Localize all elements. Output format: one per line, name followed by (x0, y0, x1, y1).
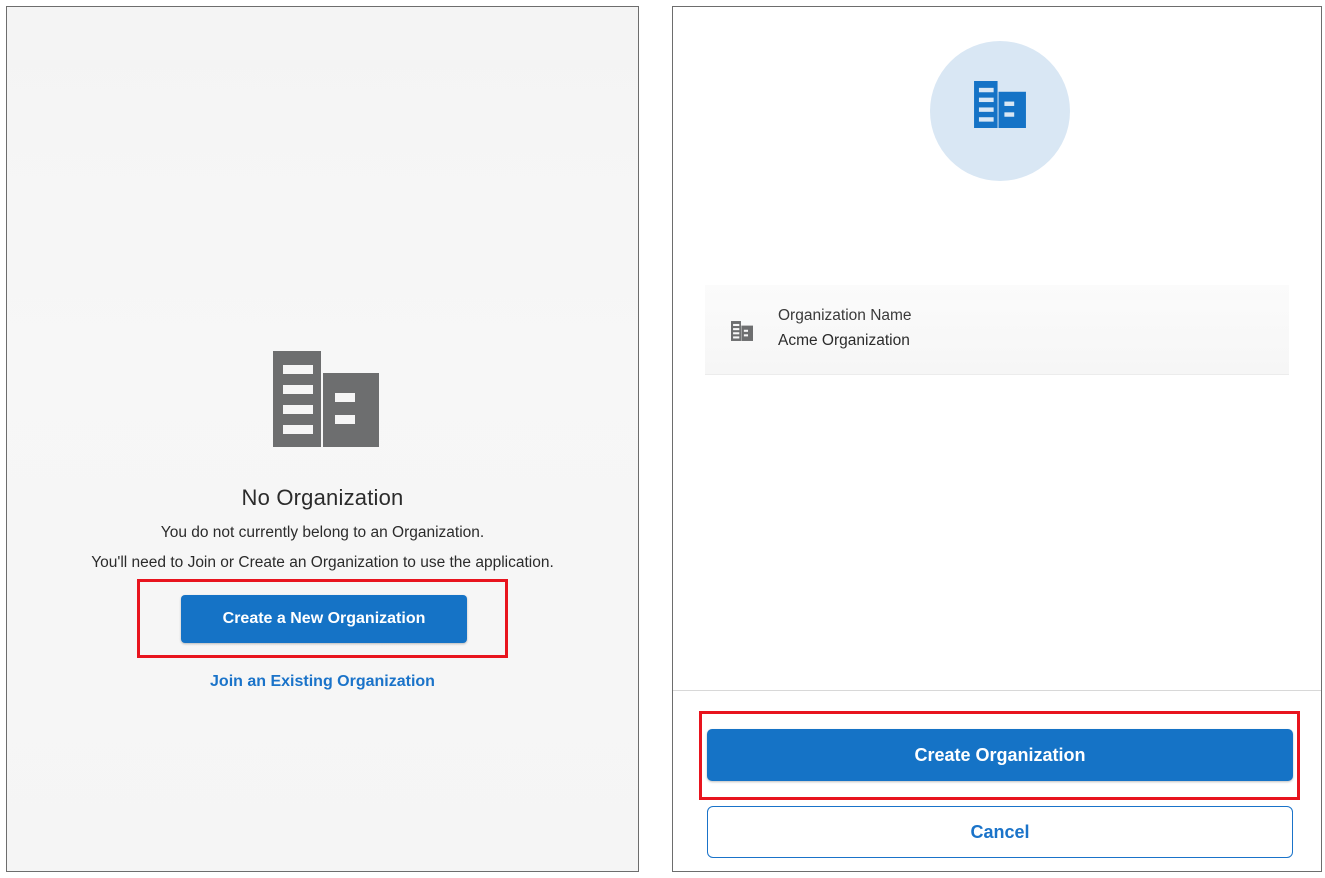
organization-name-field[interactable]: Organization Name Acme Organization (705, 285, 1289, 375)
building-icon (974, 81, 1026, 128)
building-icon (273, 351, 379, 447)
no-organization-message: You do not currently belong to an Organi… (160, 524, 485, 541)
no-organization-title: No Organization (241, 485, 404, 510)
building-icon (731, 321, 753, 341)
create-organization-button[interactable]: Create Organization (707, 729, 1293, 781)
organization-name-label: Organization Name (778, 307, 912, 324)
footer-divider (673, 690, 1321, 691)
no-organization-instruction: You'll need to Join or Create an Organiz… (91, 554, 554, 571)
cancel-button[interactable]: Cancel (707, 806, 1293, 858)
no-organization-screen: No Organization You do not currently bel… (6, 6, 639, 872)
create-organization-screen: Organization Name Acme Organization Crea… (672, 6, 1322, 872)
join-existing-organization-link[interactable]: Join an Existing Organization (7, 673, 638, 691)
create-new-organization-button[interactable]: Create a New Organization (181, 595, 467, 643)
organization-name-value[interactable]: Acme Organization (778, 332, 910, 350)
organization-avatar (930, 41, 1070, 181)
